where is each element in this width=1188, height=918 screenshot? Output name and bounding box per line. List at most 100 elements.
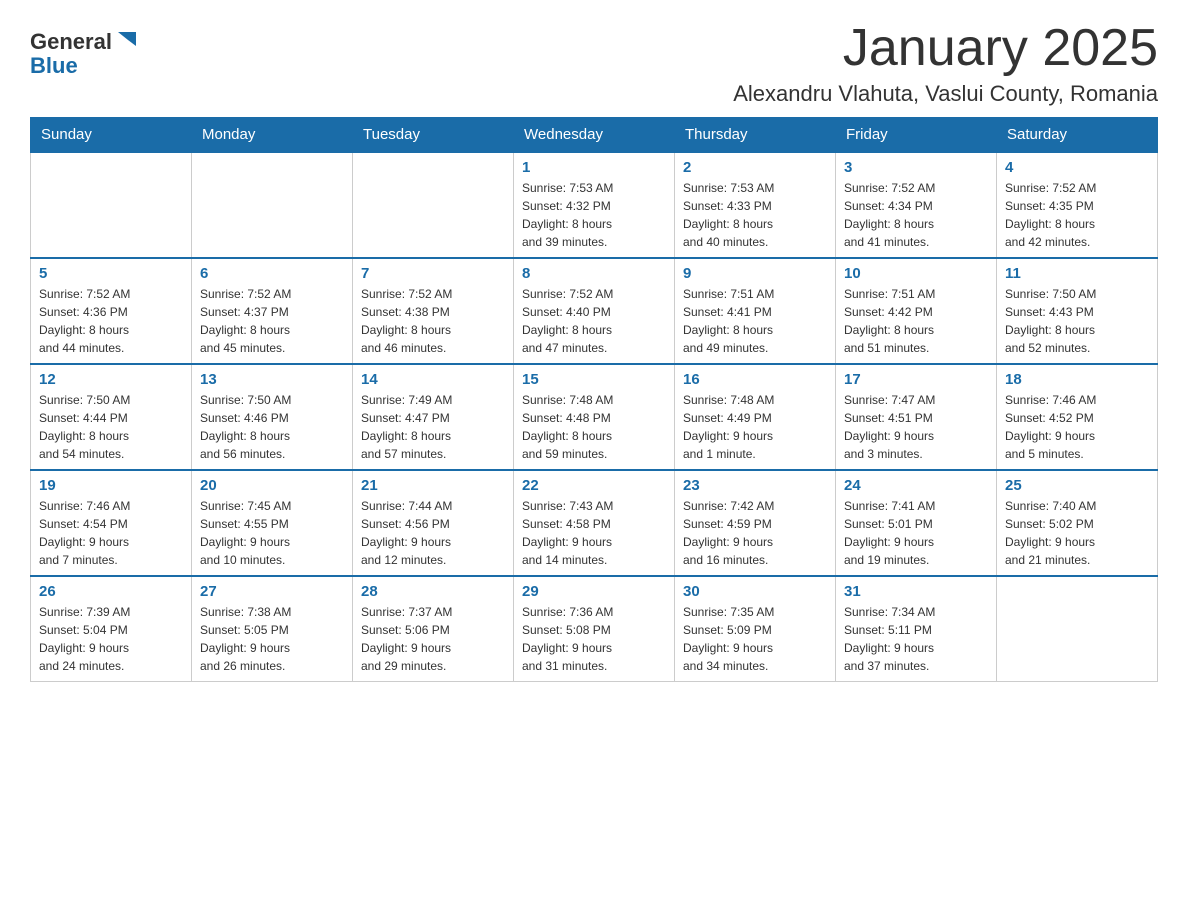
calendar-cell: 9 Sunrise: 7:51 AM Sunset: 4:41 PM Daylig…: [675, 258, 836, 364]
calendar-cell: 7 Sunrise: 7:52 AM Sunset: 4:38 PM Daylig…: [353, 258, 514, 364]
calendar-table: SundayMondayTuesdayWednesdayThursdayFrid…: [30, 117, 1158, 682]
day-info: Sunrise: 7:47 AM Sunset: 4:51 PM Dayligh…: [844, 391, 988, 463]
day-number: 27: [200, 583, 344, 600]
calendar-cell: 23 Sunrise: 7:42 AM Sunset: 4:59 PM Dayli…: [675, 470, 836, 576]
calendar-cell: 16 Sunrise: 7:48 AM Sunset: 4:49 PM Dayli…: [675, 364, 836, 470]
day-info: Sunrise: 7:52 AM Sunset: 4:38 PM Dayligh…: [361, 285, 505, 357]
day-number: 20: [200, 477, 344, 494]
calendar-week-row: 26 Sunrise: 7:39 AM Sunset: 5:04 PM Dayli…: [31, 576, 1158, 682]
calendar-cell: 13 Sunrise: 7:50 AM Sunset: 4:46 PM Dayli…: [192, 364, 353, 470]
day-number: 31: [844, 583, 988, 600]
day-number: 30: [683, 583, 827, 600]
calendar-week-row: 12 Sunrise: 7:50 AM Sunset: 4:44 PM Dayli…: [31, 364, 1158, 470]
day-number: 21: [361, 477, 505, 494]
day-info: Sunrise: 7:39 AM Sunset: 5:04 PM Dayligh…: [39, 603, 183, 675]
day-info: Sunrise: 7:48 AM Sunset: 4:49 PM Dayligh…: [683, 391, 827, 463]
calendar-cell: 31 Sunrise: 7:34 AM Sunset: 5:11 PM Dayli…: [836, 576, 997, 682]
calendar-header-thursday: Thursday: [675, 118, 836, 153]
calendar-cell: 24 Sunrise: 7:41 AM Sunset: 5:01 PM Dayli…: [836, 470, 997, 576]
calendar-cell: 20Sunrise: 7:45 AM Sunset: 4:55 PM Dayli…: [192, 470, 353, 576]
calendar-header-tuesday: Tuesday: [353, 118, 514, 153]
calendar-cell: 3 Sunrise: 7:52 AM Sunset: 4:34 PM Daylig…: [836, 152, 997, 258]
day-info: Sunrise: 7:35 AM Sunset: 5:09 PM Dayligh…: [683, 603, 827, 675]
calendar-header-wednesday: Wednesday: [514, 118, 675, 153]
day-number: 18: [1005, 371, 1149, 388]
calendar-week-row: 19 Sunrise: 7:46 AM Sunset: 4:54 PM Dayli…: [31, 470, 1158, 576]
day-number: 19: [39, 477, 183, 494]
day-number: 5: [39, 265, 183, 282]
day-number: 14: [361, 371, 505, 388]
calendar-cell: 4Sunrise: 7:52 AM Sunset: 4:35 PM Daylig…: [997, 152, 1158, 258]
day-number: 3: [844, 159, 988, 176]
logo: General Blue: [30, 30, 142, 78]
calendar-header-monday: Monday: [192, 118, 353, 153]
day-info: Sunrise: 7:46 AM Sunset: 4:54 PM Dayligh…: [39, 497, 183, 569]
day-number: 8: [522, 265, 666, 282]
day-number: 6: [200, 265, 344, 282]
calendar-cell: 2Sunrise: 7:53 AM Sunset: 4:33 PM Daylig…: [675, 152, 836, 258]
day-info: Sunrise: 7:52 AM Sunset: 4:36 PM Dayligh…: [39, 285, 183, 357]
calendar-cell: 26 Sunrise: 7:39 AM Sunset: 5:04 PM Dayli…: [31, 576, 192, 682]
page-header: General Blue January 2025 Alexandru Vlah…: [30, 20, 1158, 107]
day-info: Sunrise: 7:51 AM Sunset: 4:41 PM Dayligh…: [683, 285, 827, 357]
calendar-header-sunday: Sunday: [31, 118, 192, 153]
day-info: Sunrise: 7:46 AM Sunset: 4:52 PM Dayligh…: [1005, 391, 1149, 463]
calendar-cell: 29Sunrise: 7:36 AM Sunset: 5:08 PM Dayli…: [514, 576, 675, 682]
day-info: Sunrise: 7:38 AM Sunset: 5:05 PM Dayligh…: [200, 603, 344, 675]
calendar-cell: 22 Sunrise: 7:43 AM Sunset: 4:58 PM Dayli…: [514, 470, 675, 576]
day-number: 26: [39, 583, 183, 600]
day-number: 1: [522, 159, 666, 176]
title-block: January 2025 Alexandru Vlahuta, Vaslui C…: [733, 20, 1158, 107]
day-info: Sunrise: 7:42 AM Sunset: 4:59 PM Dayligh…: [683, 497, 827, 569]
calendar-cell: 19 Sunrise: 7:46 AM Sunset: 4:54 PM Dayli…: [31, 470, 192, 576]
calendar-cell: 15 Sunrise: 7:48 AM Sunset: 4:48 PM Dayli…: [514, 364, 675, 470]
day-number: 9: [683, 265, 827, 282]
day-info: Sunrise: 7:43 AM Sunset: 4:58 PM Dayligh…: [522, 497, 666, 569]
day-number: 16: [683, 371, 827, 388]
day-info: Sunrise: 7:41 AM Sunset: 5:01 PM Dayligh…: [844, 497, 988, 569]
day-number: 7: [361, 265, 505, 282]
day-number: 17: [844, 371, 988, 388]
day-info: Sunrise: 7:51 AM Sunset: 4:42 PM Dayligh…: [844, 285, 988, 357]
calendar-week-row: 5 Sunrise: 7:52 AM Sunset: 4:36 PM Daylig…: [31, 258, 1158, 364]
calendar-cell: 30 Sunrise: 7:35 AM Sunset: 5:09 PM Dayli…: [675, 576, 836, 682]
calendar-week-row: 1 Sunrise: 7:53 AM Sunset: 4:32 PM Daylig…: [31, 152, 1158, 258]
day-info: Sunrise: 7:50 AM Sunset: 4:43 PM Dayligh…: [1005, 285, 1149, 357]
month-title: January 2025: [733, 20, 1158, 77]
calendar-cell: [997, 576, 1158, 682]
calendar-cell: 11 Sunrise: 7:50 AM Sunset: 4:43 PM Dayli…: [997, 258, 1158, 364]
calendar-cell: 21 Sunrise: 7:44 AM Sunset: 4:56 PM Dayli…: [353, 470, 514, 576]
calendar-cell: 18 Sunrise: 7:46 AM Sunset: 4:52 PM Dayli…: [997, 364, 1158, 470]
day-info: Sunrise: 7:52 AM Sunset: 4:35 PM Dayligh…: [1005, 179, 1149, 251]
calendar-header-saturday: Saturday: [997, 118, 1158, 153]
day-number: 22: [522, 477, 666, 494]
day-number: 24: [844, 477, 988, 494]
logo-blue-text: Blue: [30, 54, 142, 78]
logo-general-text: General: [30, 30, 112, 54]
location-title: Alexandru Vlahuta, Vaslui County, Romani…: [733, 81, 1158, 107]
calendar-cell: 28Sunrise: 7:37 AM Sunset: 5:06 PM Dayli…: [353, 576, 514, 682]
day-info: Sunrise: 7:50 AM Sunset: 4:46 PM Dayligh…: [200, 391, 344, 463]
calendar-cell: 5 Sunrise: 7:52 AM Sunset: 4:36 PM Daylig…: [31, 258, 192, 364]
day-number: 12: [39, 371, 183, 388]
calendar-cell: 25Sunrise: 7:40 AM Sunset: 5:02 PM Dayli…: [997, 470, 1158, 576]
day-info: Sunrise: 7:50 AM Sunset: 4:44 PM Dayligh…: [39, 391, 183, 463]
calendar-cell: 1 Sunrise: 7:53 AM Sunset: 4:32 PM Daylig…: [514, 152, 675, 258]
day-info: Sunrise: 7:53 AM Sunset: 4:32 PM Dayligh…: [522, 179, 666, 251]
calendar-header-friday: Friday: [836, 118, 997, 153]
calendar-cell: 6Sunrise: 7:52 AM Sunset: 4:37 PM Daylig…: [192, 258, 353, 364]
day-number: 15: [522, 371, 666, 388]
day-info: Sunrise: 7:40 AM Sunset: 5:02 PM Dayligh…: [1005, 497, 1149, 569]
calendar-cell: [353, 152, 514, 258]
day-number: 23: [683, 477, 827, 494]
day-number: 10: [844, 265, 988, 282]
day-info: Sunrise: 7:52 AM Sunset: 4:34 PM Dayligh…: [844, 179, 988, 251]
day-info: Sunrise: 7:34 AM Sunset: 5:11 PM Dayligh…: [844, 603, 988, 675]
calendar-cell: 10 Sunrise: 7:51 AM Sunset: 4:42 PM Dayli…: [836, 258, 997, 364]
day-info: Sunrise: 7:48 AM Sunset: 4:48 PM Dayligh…: [522, 391, 666, 463]
day-info: Sunrise: 7:37 AM Sunset: 5:06 PM Dayligh…: [361, 603, 505, 675]
day-number: 13: [200, 371, 344, 388]
day-info: Sunrise: 7:44 AM Sunset: 4:56 PM Dayligh…: [361, 497, 505, 569]
calendar-cell: 12 Sunrise: 7:50 AM Sunset: 4:44 PM Dayli…: [31, 364, 192, 470]
day-number: 11: [1005, 265, 1149, 282]
